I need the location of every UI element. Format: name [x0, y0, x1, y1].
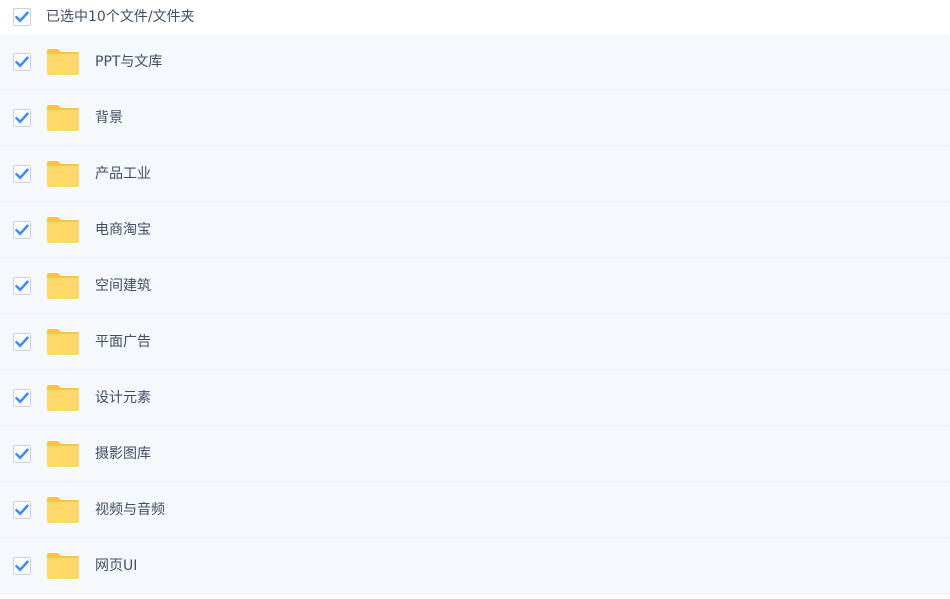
file-row[interactable]: 视频与音频	[0, 482, 950, 538]
file-name[interactable]: 产品工业	[95, 167, 151, 181]
row-checkbox[interactable]	[13, 276, 31, 295]
file-row[interactable]: 空间建筑	[0, 258, 950, 314]
checkmark-icon	[15, 280, 29, 291]
folder-icon	[47, 272, 79, 299]
file-row[interactable]: 产品工业	[0, 146, 950, 202]
checkmark-icon	[15, 448, 29, 459]
row-checkbox[interactable]	[13, 220, 31, 239]
file-name[interactable]: 背景	[95, 111, 123, 125]
file-name[interactable]: PPT与文库	[95, 55, 162, 69]
file-row[interactable]: 设计元素	[0, 370, 950, 426]
row-checkbox[interactable]	[13, 108, 31, 127]
file-name[interactable]: 摄影图库	[95, 447, 151, 461]
file-name[interactable]: 平面广告	[95, 335, 151, 349]
file-row[interactable]: 平面广告	[0, 314, 950, 370]
folder-icon	[47, 216, 79, 243]
folder-icon	[47, 160, 79, 187]
file-name[interactable]: 空间建筑	[95, 279, 151, 293]
checkmark-icon	[15, 168, 29, 179]
selection-count-label: 已选中10个文件/文件夹	[46, 9, 195, 25]
file-name[interactable]: 网页UI	[95, 559, 137, 573]
folder-icon	[47, 552, 79, 579]
checkmark-icon	[15, 11, 29, 23]
checkmark-icon	[15, 560, 29, 571]
row-checkbox[interactable]	[13, 164, 31, 183]
file-name[interactable]: 视频与音频	[95, 503, 165, 517]
checkmark-icon	[15, 56, 29, 67]
file-name[interactable]: 电商淘宝	[95, 223, 151, 237]
row-checkbox[interactable]	[13, 388, 31, 407]
file-list: PPT与文库 背景 产品工业 电商淘宝 空间建筑 平面广告 设计元素 摄影图库 …	[0, 34, 950, 594]
folder-icon	[47, 384, 79, 411]
file-row[interactable]: 背景	[0, 90, 950, 146]
folder-icon	[47, 496, 79, 523]
checkmark-icon	[15, 504, 29, 515]
checkmark-icon	[15, 336, 29, 347]
folder-icon	[47, 328, 79, 355]
row-checkbox[interactable]	[13, 500, 31, 519]
file-row[interactable]: PPT与文库	[0, 34, 950, 90]
checkmark-icon	[15, 224, 29, 235]
row-checkbox[interactable]	[13, 332, 31, 351]
file-row[interactable]: 网页UI	[0, 538, 950, 594]
select-all-checkbox[interactable]	[13, 8, 31, 26]
file-row[interactable]: 电商淘宝	[0, 202, 950, 258]
folder-icon	[47, 104, 79, 131]
checkmark-icon	[15, 392, 29, 403]
checkmark-icon	[15, 112, 29, 123]
folder-icon	[47, 48, 79, 75]
row-checkbox[interactable]	[13, 52, 31, 71]
row-checkbox[interactable]	[13, 556, 31, 575]
file-row[interactable]: 摄影图库	[0, 426, 950, 482]
folder-icon	[47, 440, 79, 467]
file-name[interactable]: 设计元素	[95, 391, 151, 405]
selection-bar: 已选中10个文件/文件夹	[0, 0, 950, 34]
row-checkbox[interactable]	[13, 444, 31, 463]
